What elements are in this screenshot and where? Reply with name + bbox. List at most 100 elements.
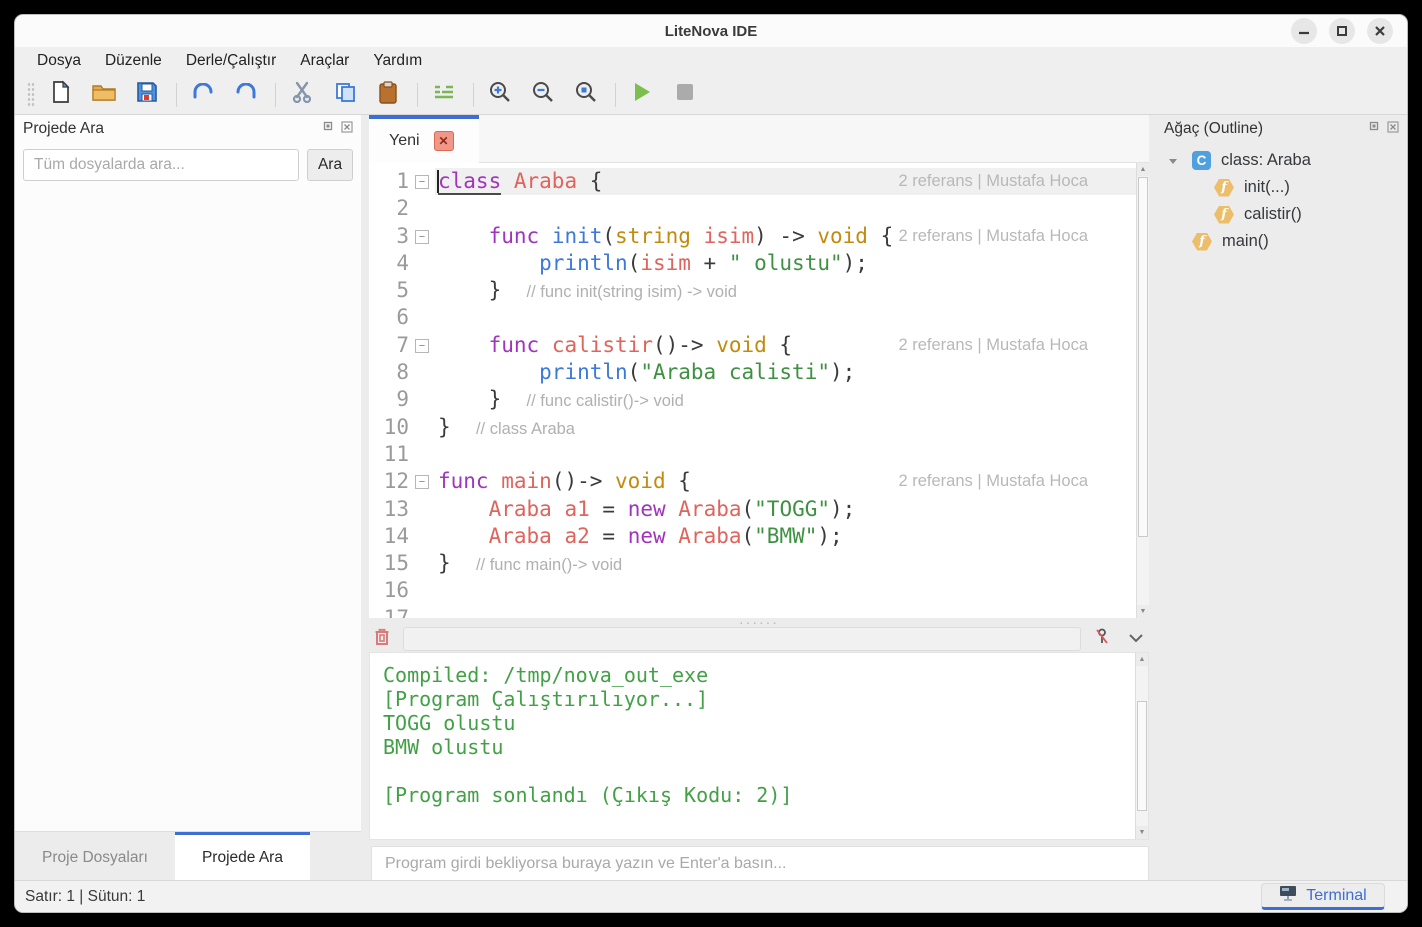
minimize-button[interactable]: [1291, 18, 1317, 44]
code-text: Araba a2 = new Araba("BMW");: [438, 523, 843, 550]
maximize-button[interactable]: [1329, 18, 1355, 44]
tab-close-icon[interactable]: ✕: [434, 131, 454, 151]
menu-item-4[interactable]: Araçlar: [288, 49, 361, 73]
scroll-up-icon[interactable]: ▲: [1137, 163, 1149, 176]
format-code-button[interactable]: [428, 79, 460, 111]
dock-tab-projede-ara[interactable]: Projede Ara: [175, 832, 310, 880]
code-line-10[interactable]: 10} // class Araba: [369, 414, 1136, 441]
line-number: 16: [369, 577, 409, 604]
close-panel-icon[interactable]: [1387, 120, 1399, 138]
scroll-down-icon[interactable]: ▼: [1137, 605, 1149, 618]
code-line-11[interactable]: 11: [369, 441, 1136, 468]
code-lens[interactable]: 2 referans | Mustafa Hoca: [898, 468, 1088, 495]
search-input[interactable]: [23, 149, 299, 181]
menu-bar: DosyaDüzenleDerle/ÇalıştırAraçlarYardım: [15, 47, 1407, 75]
code-text: func calistir()-> void {: [438, 332, 792, 359]
cut-button[interactable]: [286, 79, 318, 111]
outline-item-class-araba[interactable]: Cclass: Araba: [1156, 147, 1407, 174]
code-line-13[interactable]: 13 Araba a1 = new Araba("TOGG");: [369, 496, 1136, 523]
save-icon: [136, 81, 158, 108]
menu-item-1[interactable]: Dosya: [25, 49, 93, 73]
scroll-up-icon[interactable]: ▲: [1136, 653, 1148, 666]
fold-marker-icon[interactable]: −: [415, 175, 429, 189]
program-input[interactable]: [371, 846, 1149, 882]
code-line-7[interactable]: 7− func calistir()-> void { 2 referans | …: [369, 332, 1136, 359]
code-line-6[interactable]: 6: [369, 304, 1136, 331]
code-line-2[interactable]: 2: [369, 195, 1136, 222]
float-panel-icon[interactable]: [1367, 120, 1379, 138]
fold-marker-icon[interactable]: −: [415, 339, 429, 353]
copy-button[interactable]: [329, 79, 361, 111]
close-button[interactable]: [1367, 18, 1393, 44]
search-button[interactable]: Ara: [307, 149, 353, 181]
console-scroll-thumb[interactable]: [1137, 701, 1147, 811]
code-line-3[interactable]: 3− func init(string isim) -> void {2 ref…: [369, 223, 1136, 250]
status-bar: Satır: 1 | Sütun: 1 Terminal: [15, 880, 1407, 912]
tab-yeni[interactable]: Yeni ✕: [369, 115, 479, 163]
paste-button[interactable]: [372, 79, 404, 111]
fold-marker-icon[interactable]: −: [415, 230, 429, 244]
dock-tab-proje-dosyaları[interactable]: Proje Dosyaları: [15, 832, 175, 880]
terminal-button[interactable]: Terminal: [1261, 883, 1385, 910]
code-text: } // func calistir()-> void: [438, 386, 684, 415]
console-text: Compiled: /tmp/nova_out_exe [Program Çal…: [383, 663, 792, 807]
line-number: 5: [369, 277, 409, 304]
pin-output-button[interactable]: [1089, 627, 1115, 651]
line-number: 7: [369, 332, 409, 359]
redo-button[interactable]: [230, 79, 262, 111]
pin-off-icon: [1094, 628, 1110, 651]
new-file-button[interactable]: [45, 79, 77, 111]
code-line-1[interactable]: 1−class Araba {2 referans | Mustafa Hoca: [369, 168, 1136, 195]
editor-scrollbar[interactable]: ▲ ▼: [1136, 163, 1149, 618]
console-toolbar: [369, 626, 1149, 652]
console-filter-field[interactable]: [403, 627, 1081, 651]
toolbar-drag-handle[interactable]: [27, 82, 35, 108]
code-line-12[interactable]: 12−func main()-> void {2 referans | Must…: [369, 468, 1136, 495]
code-editor[interactable]: 1−class Araba {2 referans | Mustafa Hoca…: [369, 163, 1149, 618]
line-number: 8: [369, 359, 409, 386]
outline-item-label: calistir(): [1244, 205, 1302, 224]
zoom-in-button[interactable]: [484, 79, 516, 111]
menu-item-5[interactable]: Yardım: [361, 49, 434, 73]
menu-item-2[interactable]: Düzenle: [93, 49, 174, 73]
save-button[interactable]: [131, 79, 163, 111]
editor-scroll-thumb[interactable]: [1138, 177, 1148, 537]
run-icon: [632, 81, 652, 108]
code-line-8[interactable]: 8 println("Araba calisti");: [369, 359, 1136, 386]
code-lens[interactable]: 2 referans | Mustafa Hoca: [898, 168, 1088, 195]
code-line-14[interactable]: 14 Araba a2 = new Araba("BMW");: [369, 523, 1136, 550]
fold-marker-icon[interactable]: −: [415, 475, 429, 489]
stop-button[interactable]: [669, 79, 701, 111]
code-line-16[interactable]: 16: [369, 577, 1136, 604]
editor-console-splitter[interactable]: ······: [369, 618, 1149, 626]
code-line-9[interactable]: 9 } // func calistir()-> void: [369, 386, 1136, 413]
line-number: 10: [369, 414, 409, 441]
zoom-reset-icon: [575, 81, 597, 108]
close-panel-icon[interactable]: [341, 120, 353, 138]
clear-console-button[interactable]: [369, 627, 395, 651]
console-output[interactable]: Compiled: /tmp/nova_out_exe [Program Çal…: [369, 652, 1149, 840]
code-line-5[interactable]: 5 } // func init(string isim) -> void: [369, 277, 1136, 304]
search-panel-header: Projede Ara: [15, 115, 361, 143]
open-folder-button[interactable]: [88, 79, 120, 111]
scroll-down-icon[interactable]: ▼: [1136, 826, 1148, 839]
float-panel-icon[interactable]: [321, 120, 333, 138]
tree-expand-icon[interactable]: [1163, 157, 1182, 165]
outline-item-calistir-[interactable]: fcalistir(): [1156, 201, 1407, 228]
menu-item-3[interactable]: Derle/Çalıştır: [174, 49, 288, 73]
cut-icon: [291, 81, 313, 108]
outline-item-main-[interactable]: fmain(): [1156, 228, 1407, 255]
undo-button[interactable]: [187, 79, 219, 111]
console-scrollbar[interactable]: ▲ ▼: [1135, 653, 1148, 839]
zoom-in-icon: [489, 81, 511, 108]
zoom-reset-button[interactable]: [570, 79, 602, 111]
code-lens[interactable]: 2 referans | Mustafa Hoca: [898, 223, 1088, 250]
code-lens[interactable]: 2 referans | Mustafa Hoca: [898, 332, 1088, 359]
collapse-console-button[interactable]: [1123, 627, 1149, 651]
code-line-15[interactable]: 15} // func main()-> void: [369, 550, 1136, 577]
run-button[interactable]: [626, 79, 658, 111]
line-number: 3: [369, 223, 409, 250]
zoom-out-button[interactable]: [527, 79, 559, 111]
outline-item-init-[interactable]: finit(...): [1156, 174, 1407, 201]
code-line-4[interactable]: 4 println(isim + " olustu");: [369, 250, 1136, 277]
